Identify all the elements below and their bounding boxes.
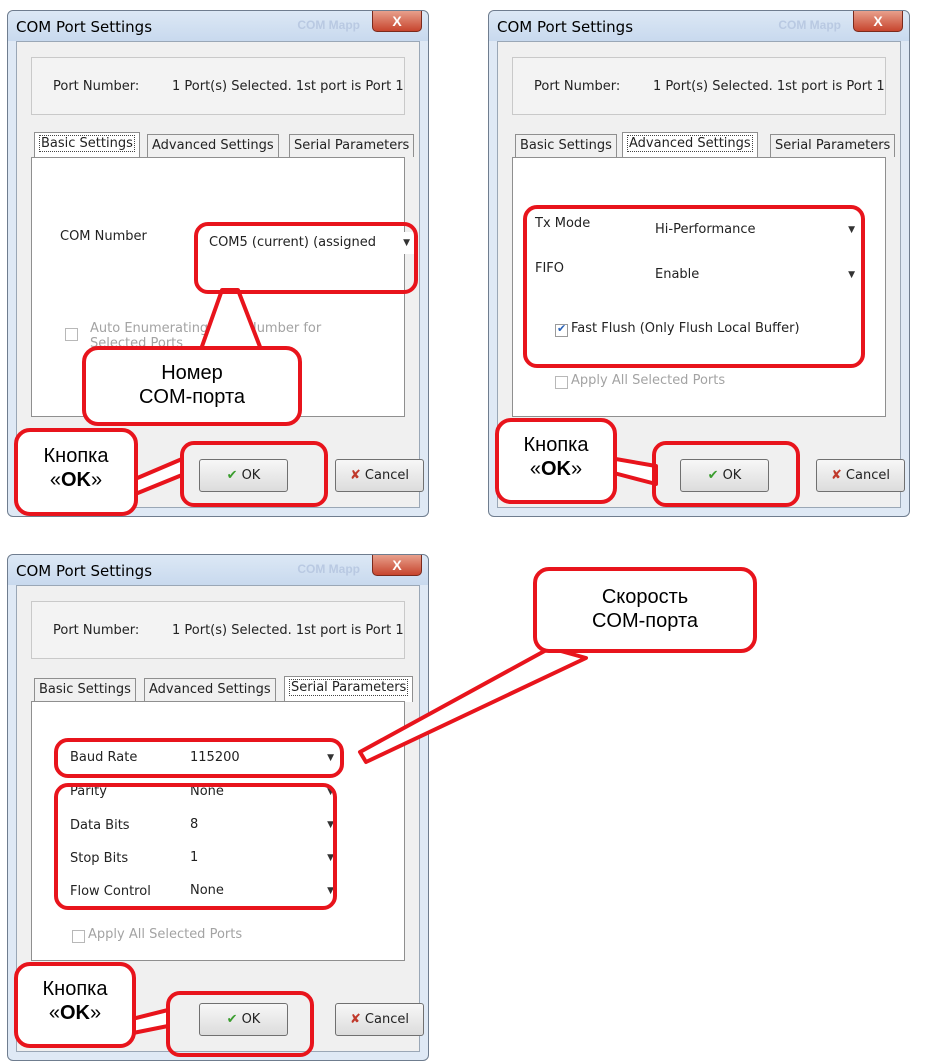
callout-ok-line2: «OK»	[529, 458, 583, 480]
callout-tail-com-number	[198, 288, 264, 354]
callout-speed-line1: Скорость	[601, 586, 689, 608]
highlight-advanced-group	[523, 205, 865, 368]
callout-speed-line2: COM-порта	[591, 610, 698, 632]
highlight-ok-button-3	[166, 991, 314, 1057]
highlight-ok-button-1	[180, 441, 328, 507]
callout-ok-line2: «OK»	[49, 469, 103, 491]
callout-baud-speed: Скорость COM-порта	[533, 567, 757, 653]
pointer-baud-rate	[358, 646, 588, 764]
highlight-ok-button-2	[652, 441, 800, 507]
callout-ok-1: Кнопка «OK»	[14, 428, 138, 516]
callout-ok-3: Кнопка «OK»	[14, 962, 136, 1048]
callout-ok-line1: Кнопка	[523, 434, 589, 456]
callout-com-number-line1: Номер	[161, 362, 223, 384]
callout-ok-line2: «OK»	[48, 1002, 102, 1024]
callout-ok-line1: Кнопка	[42, 978, 108, 1000]
callout-ok-line1: Кнопка	[43, 445, 109, 467]
callout-com-number-line2: COM-порта	[138, 386, 245, 408]
callout-ok-2: Кнопка «OK»	[495, 418, 617, 504]
callout-com-number: Номер COM-порта	[82, 346, 302, 426]
highlight-com-number	[194, 222, 418, 294]
highlight-baud-rate	[54, 738, 344, 778]
highlight-serial-params	[54, 783, 337, 910]
